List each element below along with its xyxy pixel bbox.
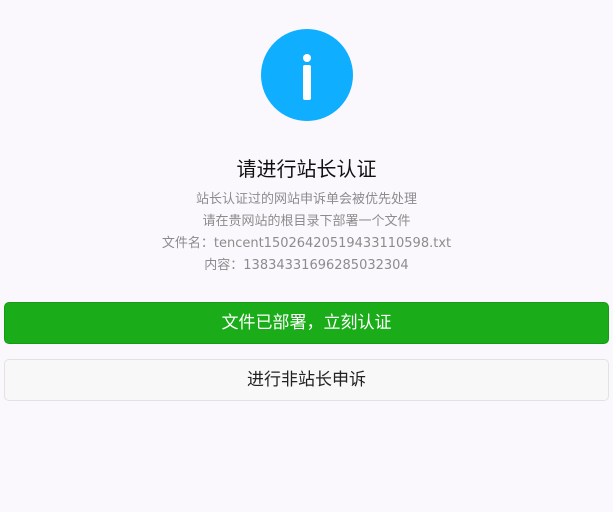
description-line-filename: 文件名：tencent15026420519433110598.txt xyxy=(161,236,452,251)
description-line-priority: 站长认证过的网站申诉单会被优先处理 xyxy=(195,192,417,207)
page-title: 请进行站长认证 xyxy=(236,157,377,181)
non-webmaster-appeal-button[interactable]: 进行非站长申诉 xyxy=(4,359,609,401)
info-icon-dot xyxy=(303,54,311,62)
info-icon xyxy=(261,29,353,121)
description-line-deploy: 请在贵网站的根目录下部署一个文件 xyxy=(202,214,411,229)
info-icon-bar xyxy=(303,65,311,100)
verify-now-button[interactable]: 文件已部署，立刻认证 xyxy=(4,302,609,344)
description-line-content: 内容：13834331696285032304 xyxy=(204,258,409,273)
verification-page: 请进行站长认证 站长认证过的网站申诉单会被优先处理 请在贵网站的根目录下部署一个… xyxy=(0,0,613,512)
